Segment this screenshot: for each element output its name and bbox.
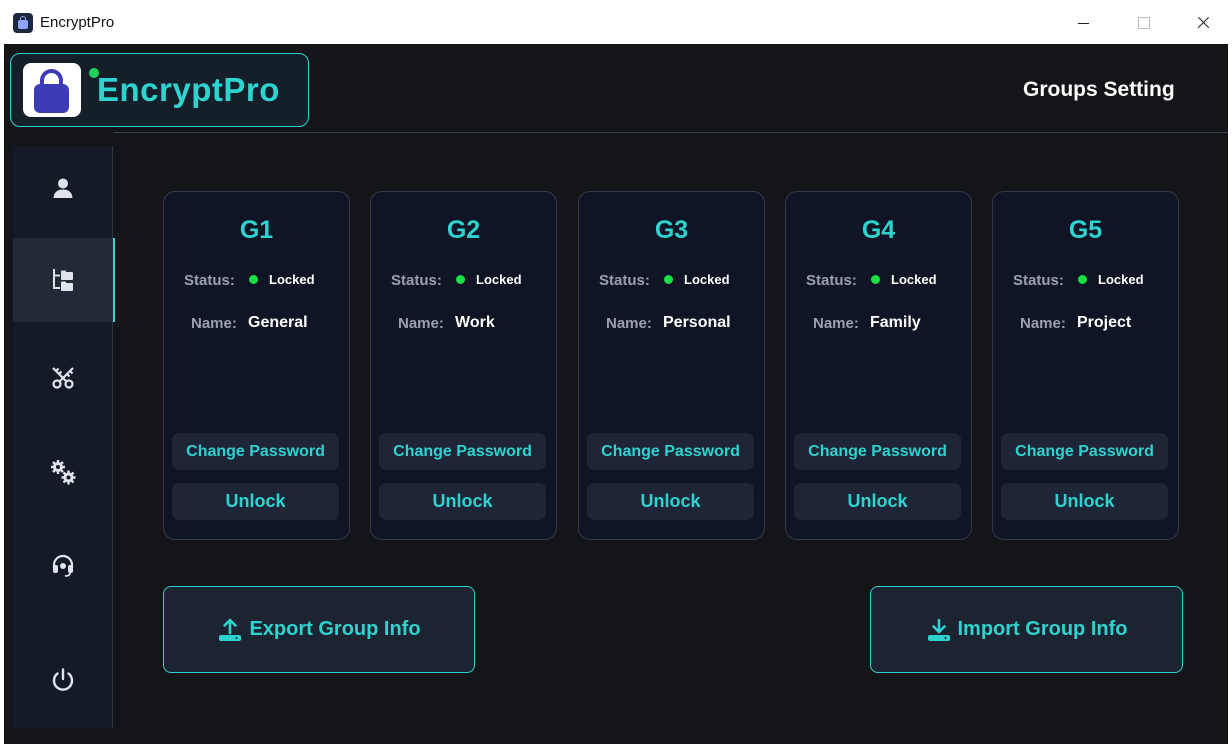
power-icon — [52, 668, 73, 691]
window-title: EncryptPro — [40, 14, 115, 31]
status-value: Locked — [891, 272, 937, 287]
change-password-button[interactable]: Change Password — [1001, 433, 1168, 470]
group-card-g3: G3 Status: Locked Name: Personal Change … — [578, 191, 765, 540]
keys-icon — [51, 367, 74, 389]
status-value: Locked — [1098, 272, 1144, 287]
name-label: Name: — [398, 315, 444, 332]
lock-logo-icon — [23, 63, 101, 117]
name-label: Name: — [191, 315, 237, 332]
import-group-info-button[interactable]: Import Group Info — [870, 586, 1183, 673]
change-password-button[interactable]: Change Password — [379, 433, 546, 470]
change-password-button[interactable]: Change Password — [794, 433, 961, 470]
unlock-button[interactable]: Unlock — [794, 483, 961, 520]
status-label: Status: — [391, 272, 442, 289]
header-divider — [114, 132, 1228, 133]
change-password-button[interactable]: Change Password — [172, 433, 339, 470]
download-icon — [927, 618, 950, 641]
group-name: General — [248, 314, 308, 331]
status-indicator-dot — [664, 275, 673, 284]
page-title: Groups Setting — [1023, 78, 1175, 101]
window-title-bar: EncryptPro — [0, 0, 1232, 44]
group-id: G2 — [446, 216, 481, 244]
export-group-info-button[interactable]: Export Group Info — [163, 586, 475, 673]
group-card-g2: G2 Status: Locked Name: Work Change Pass… — [370, 191, 557, 540]
status-value: Locked — [269, 272, 315, 287]
group-name: Family — [870, 314, 921, 331]
change-password-button[interactable]: Change Password — [587, 433, 754, 470]
unlock-button[interactable]: Unlock — [379, 483, 546, 520]
status-indicator-dot — [1078, 275, 1087, 284]
status-value: Locked — [476, 272, 522, 287]
status-indicator-dot — [871, 275, 880, 284]
group-id: G4 — [861, 216, 896, 244]
status-label: Status: — [184, 272, 235, 289]
group-id: G1 — [239, 216, 274, 244]
logo-text: EncryptPro — [97, 71, 280, 108]
groups-icon — [52, 269, 73, 291]
group-card-g4: G4 Status: Locked Name: Family Change Pa… — [785, 191, 972, 540]
status-label: Status: — [806, 272, 857, 289]
sidebar-item-keys[interactable] — [13, 336, 112, 420]
status-value: Locked — [684, 272, 730, 287]
group-name: Project — [1077, 314, 1132, 331]
group-card-g1: G1 Status: Locked Name: General Change P… — [163, 191, 350, 540]
group-id: G3 — [654, 216, 689, 244]
sidebar — [13, 146, 115, 728]
group-card-g5: G5 Status: Locked Name: Project Change P… — [992, 191, 1179, 540]
minimize-button[interactable] — [1060, 8, 1106, 38]
headset-icon — [52, 554, 73, 577]
unlock-button[interactable]: Unlock — [172, 483, 339, 520]
app-lock-icon — [13, 13, 33, 33]
export-label: Export Group Info — [249, 618, 421, 640]
status-label: Status: — [1013, 272, 1064, 289]
group-name: Work — [455, 314, 495, 331]
gears-icon — [50, 460, 75, 485]
sidebar-item-groups[interactable] — [13, 238, 115, 322]
unlock-button[interactable]: Unlock — [1001, 483, 1168, 520]
group-id: G5 — [1068, 216, 1103, 244]
sidebar-divider — [112, 146, 113, 728]
maximize-button[interactable] — [1121, 8, 1167, 38]
sidebar-item-profile[interactable] — [13, 146, 112, 230]
app-logo: EncryptPro — [10, 53, 309, 127]
status-label: Status: — [599, 272, 650, 289]
upload-icon — [219, 618, 242, 641]
sidebar-item-power[interactable] — [13, 638, 112, 722]
close-window-button[interactable] — [1180, 8, 1226, 38]
sidebar-item-settings[interactable] — [13, 430, 112, 514]
status-indicator-dot — [249, 275, 258, 284]
import-label: Import Group Info — [957, 618, 1128, 640]
unlock-button[interactable]: Unlock — [587, 483, 754, 520]
status-indicator-dot — [456, 275, 465, 284]
name-label: Name: — [813, 315, 859, 332]
name-label: Name: — [606, 315, 652, 332]
name-label: Name: — [1020, 315, 1066, 332]
app-window: EncryptPro Groups Setting G1 Status: Loc… — [4, 44, 1228, 744]
sidebar-item-support[interactable] — [13, 524, 112, 608]
user-icon — [53, 178, 72, 198]
group-name: Personal — [663, 314, 731, 331]
